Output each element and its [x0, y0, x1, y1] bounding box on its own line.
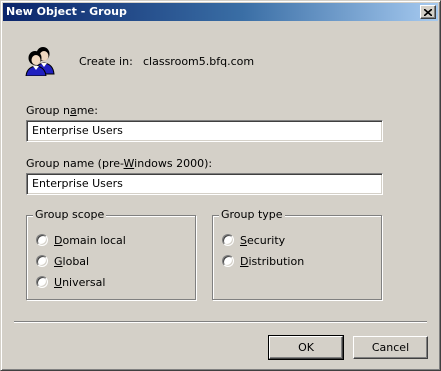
group-scope-groupbox: Group scope Domain local Global Universa… — [26, 208, 196, 300]
group-name-pre2000-label: Group name (pre-Windows 2000): — [26, 157, 213, 170]
button-separator — [14, 321, 427, 323]
radio-button[interactable] — [36, 234, 48, 246]
create-in-label: Create in: — [79, 55, 133, 68]
new-object-group-dialog: New Object - Group Create in: classroom5… — [0, 0, 441, 371]
type-distribution-label: Distribution — [240, 254, 305, 268]
scope-global-radio[interactable]: Global — [36, 254, 89, 268]
scope-domain-local-label: Domain local — [54, 233, 126, 247]
cancel-button[interactable]: Cancel — [353, 336, 428, 359]
group-name-input[interactable]: Enterprise Users — [26, 120, 383, 142]
radio-button[interactable] — [222, 234, 234, 246]
scope-universal-radio[interactable]: Universal — [36, 275, 105, 289]
type-distribution-radio[interactable]: Distribution — [222, 254, 304, 268]
scope-global-label: Global — [54, 254, 90, 268]
ok-button[interactable]: OK — [268, 335, 344, 360]
group-name-pre2000-input[interactable]: Enterprise Users — [26, 173, 383, 195]
scope-universal-label: Universal — [54, 275, 106, 289]
create-in-path: classroom5.bfq.com — [143, 55, 255, 68]
title-bar[interactable]: New Object - Group — [3, 3, 438, 21]
radio-button[interactable] — [36, 276, 48, 288]
close-button[interactable] — [420, 5, 436, 19]
group-type-groupbox: Group type Security Distribution — [212, 208, 382, 300]
close-icon — [424, 8, 432, 16]
type-security-label: Security — [240, 233, 286, 247]
group-scope-legend: Group scope — [33, 208, 107, 221]
dialog-title: New Object - Group — [6, 5, 127, 18]
group-type-legend: Group type — [219, 208, 285, 221]
type-security-radio[interactable]: Security — [222, 233, 285, 247]
radio-button[interactable] — [36, 255, 48, 267]
radio-button[interactable] — [222, 255, 234, 267]
group-users-icon — [23, 44, 57, 77]
scope-domain-local-radio[interactable]: Domain local — [36, 233, 126, 247]
group-name-label: Group name: — [26, 104, 98, 117]
